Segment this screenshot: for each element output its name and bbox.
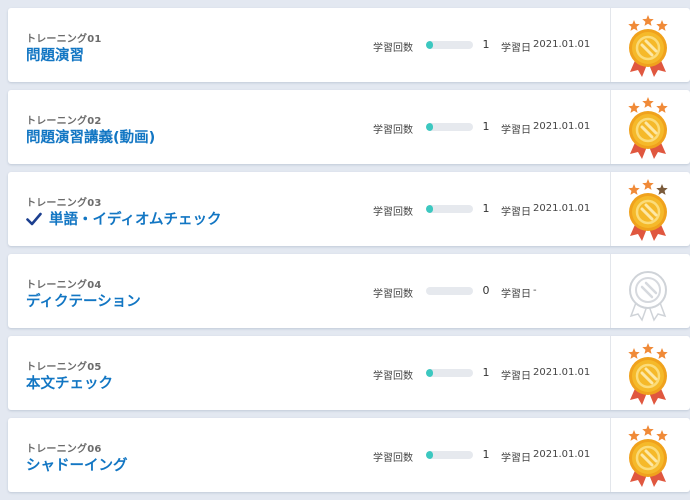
study-progress-bar: [426, 287, 473, 295]
training-number-label: トレーニング06: [26, 444, 102, 455]
study-date-value: 2021.01.01: [533, 203, 591, 214]
training-title[interactable]: 単語・イディオムチェック: [26, 208, 222, 229]
training-title-text: ディクテーション: [26, 294, 141, 310]
training-title-text: 問題演習: [26, 48, 84, 64]
training-title[interactable]: ディクテーション: [26, 290, 141, 311]
study-date-label: 学習日: [501, 125, 531, 136]
study-count-label: 学習回数: [373, 43, 413, 54]
study-count-value: 1: [482, 202, 490, 215]
study-progress-bar: [426, 369, 473, 377]
gold-medal-icon: [628, 343, 668, 405]
study-date-label: 学習日: [501, 289, 531, 300]
study-date-value: 2021.01.01: [533, 449, 591, 460]
study-count-value: 0: [482, 284, 490, 297]
training-card-06[interactable]: トレーニング06 シャドーイング 学習回数 1 学習日 2021.01.01: [8, 418, 690, 492]
study-count-value: 1: [482, 366, 490, 379]
study-progress-fill: [426, 123, 434, 131]
study-count-value: 1: [482, 448, 490, 461]
check-icon: [26, 212, 42, 225]
gold-medal-icon: [628, 15, 668, 77]
empty-medal-icon: [629, 271, 667, 322]
divider: [610, 336, 611, 410]
study-count-value: 1: [482, 120, 490, 133]
training-title-text: シャドーイング: [26, 458, 128, 474]
study-date-value: 2021.01.01: [533, 367, 591, 378]
study-progress-bar: [426, 451, 473, 459]
training-title-text: 本文チェック: [26, 376, 113, 392]
divider: [610, 8, 611, 82]
training-card-01[interactable]: トレーニング01 問題演習 学習回数 1 学習日 2021.01.01: [8, 8, 690, 82]
study-progress-bar: [426, 41, 473, 49]
training-title[interactable]: 問題演習講義(動画): [26, 126, 155, 147]
study-date-value: 2021.01.01: [533, 39, 591, 50]
study-progress-bar: [426, 205, 473, 213]
training-title[interactable]: 問題演習: [26, 44, 84, 65]
training-number-label: トレーニング01: [26, 34, 102, 45]
study-date-value: 2021.01.01: [533, 121, 591, 132]
divider: [610, 418, 611, 492]
study-date-label: 学習日: [501, 371, 531, 382]
divider: [610, 172, 611, 246]
divider: [610, 254, 611, 328]
study-progress-fill: [426, 205, 434, 213]
training-title-text: 単語・イディオムチェック: [49, 212, 222, 228]
training-number-label: トレーニング04: [26, 280, 102, 291]
study-count-label: 学習回数: [373, 125, 413, 136]
training-number-label: トレーニング05: [26, 362, 102, 373]
study-count-label: 学習回数: [373, 453, 413, 464]
gold-medal-two-stars-icon: [628, 179, 668, 241]
study-progress-fill: [426, 41, 434, 49]
study-progress-bar: [426, 123, 473, 131]
training-card-04[interactable]: トレーニング04 ディクテーション 学習回数 0 学習日 -: [8, 254, 690, 328]
study-count-value: 1: [482, 38, 490, 51]
training-card-03[interactable]: トレーニング03 単語・イディオムチェック 学習回数 1 学習日 2021.01…: [8, 172, 690, 246]
study-progress-fill: [426, 451, 434, 459]
study-count-label: 学習回数: [373, 207, 413, 218]
study-date-label: 学習日: [501, 207, 531, 218]
training-title-text: 問題演習講義(動画): [26, 130, 156, 146]
gold-medal-icon: [628, 425, 668, 487]
training-card-02[interactable]: トレーニング02 問題演習講義(動画) 学習回数 1 学習日 2021.01.0…: [8, 90, 690, 164]
study-date-label: 学習日: [501, 43, 531, 54]
training-card-05[interactable]: トレーニング05 本文チェック 学習回数 1 学習日 2021.01.01: [8, 336, 690, 410]
training-number-label: トレーニング03: [26, 198, 102, 209]
study-date-value: -: [533, 285, 537, 296]
study-count-label: 学習回数: [373, 371, 413, 382]
divider: [610, 90, 611, 164]
study-date-label: 学習日: [501, 453, 531, 464]
training-title[interactable]: 本文チェック: [26, 372, 113, 393]
study-progress-fill: [426, 369, 434, 377]
gold-medal-icon: [628, 97, 668, 159]
training-number-label: トレーニング02: [26, 116, 102, 127]
training-title[interactable]: シャドーイング: [26, 454, 128, 475]
study-count-label: 学習回数: [373, 289, 413, 300]
